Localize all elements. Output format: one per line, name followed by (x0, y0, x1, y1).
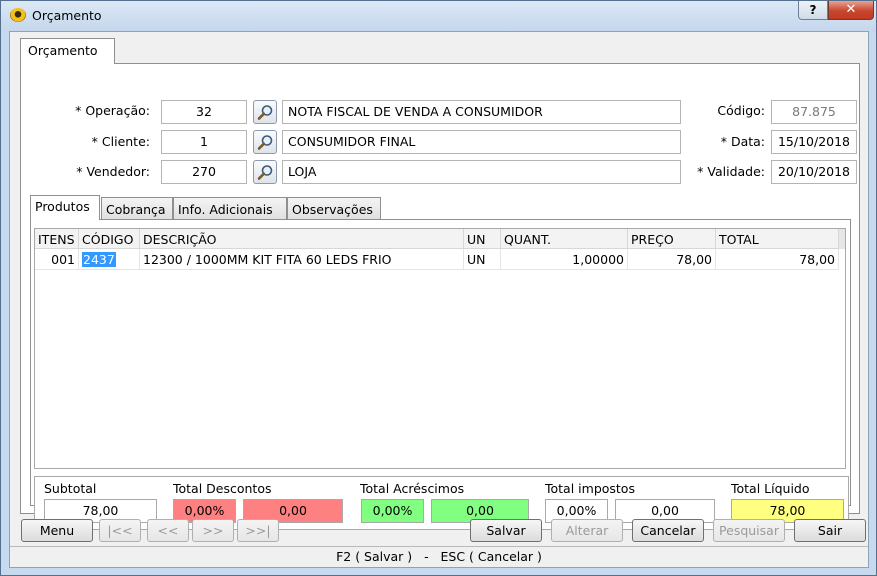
vendedor-code-input[interactable]: 270 (161, 160, 247, 184)
produtos-grid[interactable]: ITENS CÓDIGO DESCRIÇÃO UN QUANT. PREÇO T… (34, 228, 846, 469)
vendedor-search-button[interactable] (253, 160, 277, 184)
row-descricao: 12300 / 1000MM KIT FITA 60 LEDS FRIO (140, 249, 464, 270)
title-bar[interactable]: Orçamento ? ✕ (1, 1, 876, 31)
cliente-label: * Cliente: (91, 134, 150, 149)
row-quant: 1,00000 (501, 249, 628, 270)
window: Orçamento ? ✕ Orçamento * Operação: 32 N… (0, 0, 877, 576)
impostos-label: Total impostos (545, 481, 635, 496)
grid-header: ITENS CÓDIGO DESCRIÇÃO UN QUANT. PREÇO T… (35, 229, 839, 249)
acrescimos-label: Total Acréscimos (360, 481, 465, 496)
col-total[interactable]: TOTAL (716, 229, 839, 249)
alterar-button[interactable]: Alterar (551, 519, 623, 542)
operacao-label: * Operação: (75, 103, 150, 118)
operacao-search-button[interactable] (253, 100, 277, 124)
cliente-desc-field[interactable]: CONSUMIDOR FINAL (282, 130, 681, 154)
vendedor-label: * Vendedor: (76, 164, 150, 179)
client-area: Orçamento * Operação: 32 NOTA FISCAL DE … (9, 31, 869, 568)
descontos-label: Total Descontos (173, 481, 272, 496)
table-row[interactable]: 001 2437 12300 / 1000MM KIT FITA 60 LEDS… (35, 249, 839, 270)
subtotal-label: Subtotal (44, 481, 97, 496)
first-record-button[interactable]: |<< (99, 519, 141, 542)
vendedor-desc-field[interactable]: LOJA (282, 160, 681, 184)
pesquisar-button[interactable]: Pesquisar (713, 519, 785, 542)
row-codigo[interactable]: 2437 (82, 252, 116, 267)
col-itens[interactable]: ITENS (35, 229, 79, 249)
validade-field[interactable]: 20/10/2018 (771, 160, 857, 184)
next-record-button[interactable]: >> (192, 519, 234, 542)
operacao-code-input[interactable]: 32 (161, 100, 247, 124)
tab-produtos[interactable]: Produtos (30, 195, 100, 220)
orcamento-panel: * Operação: 32 NOTA FISCAL DE VENDA A CO… (20, 63, 860, 530)
row-un: UN (464, 249, 501, 270)
tab-orcamento[interactable]: Orçamento (20, 38, 115, 64)
close-button[interactable]: ✕ (828, 1, 874, 20)
prev-record-button[interactable]: << (147, 519, 189, 542)
row-preco: 78,00 (628, 249, 716, 270)
data-field[interactable]: 15/10/2018 (771, 130, 857, 154)
magnifier-icon (257, 135, 273, 150)
col-un[interactable]: UN (464, 229, 501, 249)
tab-observacoes[interactable]: Observações (287, 197, 381, 219)
window-title: Orçamento (32, 8, 102, 23)
last-record-button[interactable]: >>| (237, 519, 279, 542)
menu-button[interactable]: Menu (21, 519, 93, 542)
salvar-button[interactable]: Salvar (470, 519, 542, 542)
row-total: 78,00 (716, 249, 839, 270)
grid-header-corner (839, 229, 845, 249)
col-descricao[interactable]: DESCRIÇÃO (140, 229, 464, 249)
tab-cobranca[interactable]: Cobrança (101, 197, 173, 219)
col-codigo[interactable]: CÓDIGO (79, 229, 140, 249)
help-button[interactable]: ? (798, 1, 828, 20)
col-preco[interactable]: PREÇO (628, 229, 716, 249)
row-item: 001 (35, 249, 79, 270)
cliente-code-input[interactable]: 1 (161, 130, 247, 154)
acrescimos-pct-field[interactable]: 0,00% (361, 499, 424, 523)
validade-label: * Validade: (697, 164, 765, 179)
codigo-field: 87.875 (771, 100, 857, 124)
codigo-label: Código: (717, 103, 765, 118)
operacao-desc-field[interactable]: NOTA FISCAL DE VENDA A CONSUMIDOR (282, 100, 681, 124)
cancelar-button[interactable]: Cancelar (632, 519, 704, 542)
row-codigo-cell[interactable]: 2437 (79, 249, 140, 270)
magnifier-icon (257, 105, 273, 120)
liquido-label: Total Líquido (731, 481, 810, 496)
col-quant[interactable]: QUANT. (501, 229, 628, 249)
status-bar: F2 ( Salvar ) - ESC ( Cancelar ) (10, 546, 868, 567)
magnifier-icon (257, 165, 273, 180)
app-logo-icon (10, 8, 26, 22)
produtos-panel: ITENS CÓDIGO DESCRIÇÃO UN QUANT. PREÇO T… (30, 219, 851, 530)
cliente-search-button[interactable] (253, 130, 277, 154)
data-label: * Data: (720, 134, 765, 149)
sair-button[interactable]: Sair (794, 519, 866, 542)
tab-info-adicionais[interactable]: Info. Adicionais (173, 197, 287, 219)
